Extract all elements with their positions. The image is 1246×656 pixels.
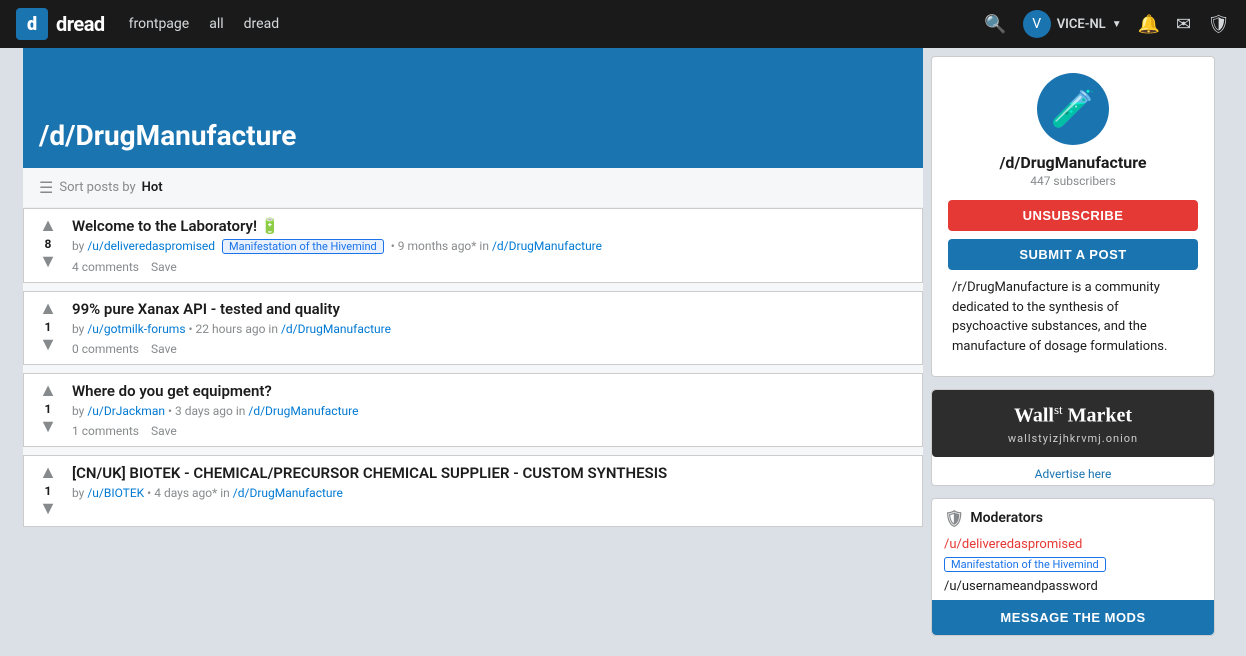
downvote-arrow[interactable]: ▼ xyxy=(39,418,57,436)
nav-link-all[interactable]: all xyxy=(209,16,223,32)
ad-card: Wallst Market wallstyizjhkrvmj.onion Adv… xyxy=(931,389,1215,486)
ad-title: Wallst Market xyxy=(944,402,1202,428)
post-meta: by /u/BIOTEK • 4 days ago* in /d/DrugMan… xyxy=(72,486,914,500)
logo-text: dread xyxy=(56,12,105,36)
vote-column: ▲ 1 ▼ xyxy=(32,464,64,518)
mod-tag-1: Manifestation of the Hivemind xyxy=(944,557,1106,572)
sort-icon: ☰ xyxy=(39,178,53,197)
downvote-arrow[interactable]: ▼ xyxy=(39,253,57,271)
sort-label: Sort posts by xyxy=(59,180,135,195)
advertise-link[interactable]: Advertise here xyxy=(932,461,1214,485)
mail-icon[interactable]: ✉ xyxy=(1176,14,1191,35)
community-avatar: 🧪 xyxy=(1037,73,1109,145)
nav-right: 🔍 V VICE-NL ▼ 🔔 ✉ 🛡 xyxy=(984,10,1230,38)
post-author[interactable]: /u/BIOTEK xyxy=(87,486,144,500)
downvote-arrow[interactable]: ▼ xyxy=(39,336,57,354)
vote-count: 1 xyxy=(45,320,52,334)
community-info: 🧪 /d/DrugManufacture 447 subscribers UNS… xyxy=(932,57,1214,376)
moderators-label: Moderators xyxy=(970,510,1043,526)
sidebar: 🧪 /d/DrugManufacture 447 subscribers UNS… xyxy=(923,48,1223,656)
community-header: /d/DrugManufacture xyxy=(23,48,923,168)
downvote-arrow[interactable]: ▼ xyxy=(39,500,57,518)
mod-name-1[interactable]: /u/deliveredaspromised xyxy=(932,534,1214,555)
logo[interactable]: d dread xyxy=(16,8,105,40)
nav-link-frontpage[interactable]: frontpage xyxy=(129,16,190,32)
upvote-arrow[interactable]: ▲ xyxy=(39,464,57,482)
post-author[interactable]: /u/deliveredaspromised xyxy=(87,239,215,253)
vote-count: 1 xyxy=(45,484,52,498)
page-layout: /d/DrugManufacture ☰ Sort posts by Hot ▲… xyxy=(23,48,1223,656)
vote-count: 8 xyxy=(45,237,52,251)
upvote-arrow[interactable]: ▲ xyxy=(39,382,57,400)
save-button[interactable]: Save xyxy=(151,260,177,274)
post-meta: by /u/deliveredaspromised Manifestation … xyxy=(72,239,914,254)
community-avatar-icon: 🧪 xyxy=(1051,88,1096,130)
post-meta: by /u/DrJackman • 3 days ago in /d/DrugM… xyxy=(72,404,914,418)
chevron-down-icon: ▼ xyxy=(1112,19,1122,30)
mod-name-2[interactable]: /u/usernameandpassword xyxy=(932,576,1214,600)
username: VICE-NL xyxy=(1057,17,1106,32)
navbar: d dread frontpage all dread 🔍 V VICE-NL … xyxy=(0,0,1246,48)
nav-links: frontpage all dread xyxy=(129,16,279,32)
post-body: [CN/UK] BIOTEK - CHEMICAL/PRECURSOR CHEM… xyxy=(72,464,914,518)
posts-container: ▲ 8 ▼ Welcome to the Laboratory! 🔋 by /u… xyxy=(23,208,923,527)
community-title: /d/DrugManufacture xyxy=(39,119,296,152)
save-button[interactable]: Save xyxy=(151,342,177,356)
post-meta: by /u/gotmilk-forums • 22 hours ago in /… xyxy=(72,322,914,336)
post-subreddit[interactable]: /d/DrugManufacture xyxy=(281,322,391,336)
unsubscribe-button[interactable]: UNSUBSCRIBE xyxy=(948,200,1198,231)
post-subreddit[interactable]: /d/DrugManufacture xyxy=(248,404,358,418)
post-actions: 4 comments Save xyxy=(72,260,914,274)
notifications-icon[interactable]: 🔔 xyxy=(1138,14,1160,35)
post-item: ▲ 8 ▼ Welcome to the Laboratory! 🔋 by /u… xyxy=(23,208,923,283)
nav-link-dread[interactable]: dread xyxy=(244,16,279,32)
community-name: /d/DrugManufacture xyxy=(999,153,1146,172)
upvote-arrow[interactable]: ▲ xyxy=(39,217,57,235)
post-tag: Manifestation of the Hivemind xyxy=(222,239,384,254)
sort-bar: ☰ Sort posts by Hot xyxy=(23,168,923,208)
moderators-card: 🛡 Moderators /u/deliveredaspromised Mani… xyxy=(931,498,1215,636)
post-title[interactable]: Welcome to the Laboratory! 🔋 xyxy=(72,217,914,235)
ad-banner[interactable]: Wallst Market wallstyizjhkrvmj.onion xyxy=(932,390,1214,457)
post-title[interactable]: [CN/UK] BIOTEK - CHEMICAL/PRECURSOR CHEM… xyxy=(72,464,914,482)
moderators-header: 🛡 Moderators xyxy=(932,499,1214,534)
community-card: 🧪 /d/DrugManufacture 447 subscribers UNS… xyxy=(931,56,1215,377)
save-button[interactable]: Save xyxy=(151,424,177,438)
comments-link[interactable]: 0 comments xyxy=(72,342,139,356)
search-icon[interactable]: 🔍 xyxy=(984,14,1006,35)
vote-column: ▲ 1 ▼ xyxy=(32,382,64,438)
ad-subtitle: wallstyizjhkrvmj.onion xyxy=(944,432,1202,445)
vote-column: ▲ 1 ▼ xyxy=(32,300,64,356)
community-description: /r/DrugManufacture is a community dedica… xyxy=(948,278,1198,360)
shield-icon[interactable]: 🛡 xyxy=(1207,14,1230,35)
message-mods-button[interactable]: MESSAGE THE MODS xyxy=(932,600,1214,635)
post-item: ▲ 1 ▼ 99% pure Xanax API - tested and qu… xyxy=(23,291,923,365)
post-title[interactable]: Where do you get equipment? xyxy=(72,382,914,400)
post-subreddit[interactable]: /d/DrugManufacture xyxy=(233,486,343,500)
community-subscribers: 447 subscribers xyxy=(1030,174,1116,188)
post-body: Where do you get equipment? by /u/DrJack… xyxy=(72,382,914,438)
user-menu[interactable]: V VICE-NL ▼ xyxy=(1023,10,1122,38)
post-actions: 1 comments Save xyxy=(72,424,914,438)
vote-column: ▲ 8 ▼ xyxy=(32,217,64,274)
vote-count: 1 xyxy=(45,402,52,416)
post-item: ▲ 1 ▼ [CN/UK] BIOTEK - CHEMICAL/PRECURSO… xyxy=(23,455,923,527)
sort-hot[interactable]: Hot xyxy=(142,180,163,195)
logo-icon: d xyxy=(16,8,48,40)
submit-post-button[interactable]: SUBMIT A POST xyxy=(948,239,1198,270)
post-body: 99% pure Xanax API - tested and quality … xyxy=(72,300,914,356)
post-body: Welcome to the Laboratory! 🔋 by /u/deliv… xyxy=(72,217,914,274)
avatar: V xyxy=(1023,10,1051,38)
upvote-arrow[interactable]: ▲ xyxy=(39,300,57,318)
post-actions: 0 comments Save xyxy=(72,342,914,356)
post-item: ▲ 1 ▼ Where do you get equipment? by /u/… xyxy=(23,373,923,447)
comments-link[interactable]: 1 comments xyxy=(72,424,139,438)
post-title[interactable]: 99% pure Xanax API - tested and quality xyxy=(72,300,914,318)
comments-link[interactable]: 4 comments xyxy=(72,260,139,274)
main-content: /d/DrugManufacture ☰ Sort posts by Hot ▲… xyxy=(23,48,923,656)
post-author[interactable]: /u/gotmilk-forums xyxy=(87,322,185,336)
shield-icon: 🛡 xyxy=(944,509,964,528)
post-subreddit[interactable]: /d/DrugManufacture xyxy=(492,239,602,253)
post-author[interactable]: /u/DrJackman xyxy=(87,404,165,418)
